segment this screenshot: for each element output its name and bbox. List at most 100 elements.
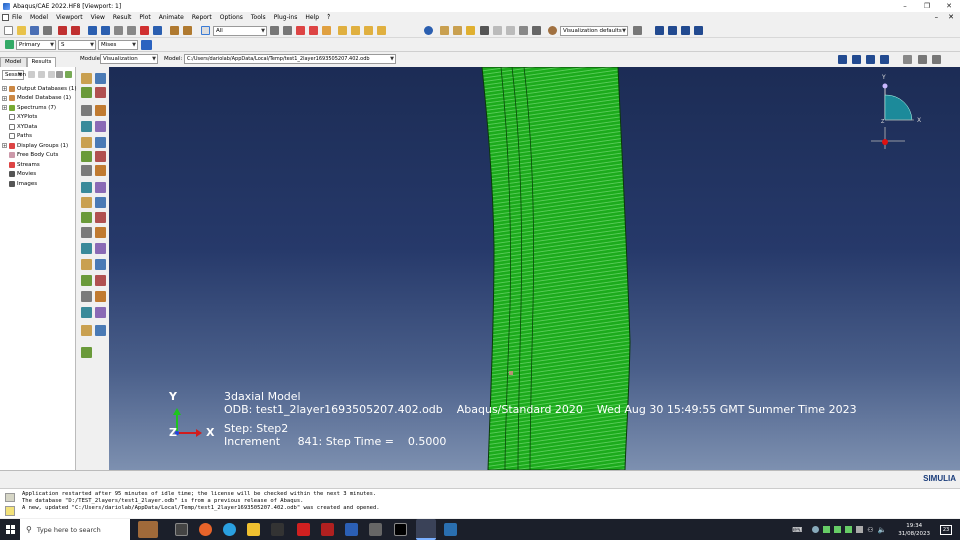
task-view-icon[interactable] — [175, 523, 188, 536]
tab-model[interactable]: Model — [0, 57, 27, 67]
movie-icon[interactable] — [932, 55, 941, 64]
tab-results[interactable]: Results — [26, 57, 57, 67]
cycle-icon[interactable] — [153, 26, 162, 35]
primary-combo[interactable]: Primary ▼ — [16, 40, 56, 50]
toolbox-tool-icon[interactable] — [95, 307, 106, 318]
toolbox-tool-icon[interactable] — [81, 197, 92, 208]
menu-help[interactable]: Help — [305, 14, 319, 21]
views-icon[interactable] — [633, 26, 642, 35]
print-icon[interactable] — [43, 26, 52, 35]
app-icon-4[interactable] — [444, 523, 457, 536]
close-button[interactable]: ✕ — [938, 0, 960, 12]
menu-viewport[interactable]: Viewport — [56, 14, 83, 21]
terminal-icon[interactable] — [394, 523, 407, 536]
auto-fit-icon[interactable] — [140, 26, 149, 35]
expand-icon[interactable]: + — [2, 86, 7, 91]
notification-icon[interactable]: 23 — [940, 524, 952, 535]
visualization-defaults-combo[interactable]: Visualization defaults ▼ — [560, 26, 628, 36]
render-style-1-icon[interactable] — [440, 26, 449, 35]
toolbox-tool-icon[interactable] — [81, 291, 92, 302]
news-widget-icon[interactable] — [138, 521, 158, 538]
toolbox-tool-icon[interactable] — [81, 105, 92, 116]
tree-tool-3-icon[interactable] — [48, 71, 55, 78]
toolbox-tool-icon[interactable] — [81, 307, 92, 318]
save-icon[interactable] — [30, 26, 39, 35]
undo-view-icon[interactable] — [493, 26, 502, 35]
toolbox-tool-icon[interactable] — [95, 259, 106, 270]
sync-icon[interactable] — [141, 40, 152, 50]
tool-icon-2[interactable] — [71, 26, 80, 35]
toolbox-tool-icon[interactable] — [81, 137, 92, 148]
select-arrow-icon[interactable] — [201, 26, 210, 35]
first-frame-icon[interactable] — [655, 26, 664, 35]
previous-frame-icon[interactable] — [668, 26, 677, 35]
message-area-icon[interactable] — [5, 493, 15, 502]
toolbox-tool-icon[interactable] — [95, 87, 106, 98]
anim-last-icon[interactable] — [880, 55, 889, 64]
model-combo[interactable]: C:/Users/dariolab/AppData/Local/Temp/tes… — [184, 54, 396, 64]
anim-play-icon[interactable] — [866, 55, 875, 64]
toolbox-tool-icon[interactable] — [81, 182, 92, 193]
tray-icon-2[interactable] — [823, 526, 831, 533]
last-frame-icon[interactable] — [694, 26, 703, 35]
toolbox-tool-icon[interactable] — [95, 227, 106, 238]
toolbox-tool-icon[interactable] — [81, 73, 92, 84]
select-tool-5-icon[interactable] — [322, 26, 331, 35]
info-icon[interactable] — [424, 26, 433, 35]
menu-tools[interactable]: Tools — [251, 14, 266, 21]
query-icon[interactable] — [480, 26, 489, 35]
next-frame-icon[interactable] — [681, 26, 690, 35]
volume-icon[interactable]: 🔈 — [878, 526, 887, 534]
menu-result[interactable]: Result — [113, 14, 132, 21]
viewport-menu-icon[interactable] — [2, 14, 9, 21]
toolbox-tool-icon[interactable] — [95, 182, 106, 193]
tree-item-images[interactable]: Images — [2, 179, 37, 188]
abaqus-taskbar-icon[interactable] — [416, 519, 436, 540]
viewport-canvas[interactable]: Y X Z Y Z X 3daxial Model ODB: test1_2la… — [109, 67, 960, 470]
tree-item-paths[interactable]: Paths — [2, 132, 32, 141]
toolbox-tool-icon[interactable] — [81, 325, 92, 336]
toolbox-tool-icon[interactable] — [81, 347, 92, 358]
select-tool-3-icon[interactable] — [296, 26, 305, 35]
filter-icon[interactable] — [65, 71, 72, 78]
toolbox-tool-icon[interactable] — [81, 227, 92, 238]
toolbox-tool-icon[interactable] — [95, 151, 106, 162]
expand-icon[interactable]: + — [2, 143, 7, 148]
select-tool-2-icon[interactable] — [283, 26, 292, 35]
toolbox-tool-icon[interactable] — [95, 275, 106, 286]
anim-first-icon[interactable] — [838, 55, 847, 64]
app-icon-1[interactable] — [271, 523, 284, 536]
toolbox-tool-icon[interactable] — [95, 243, 106, 254]
tree-item-output-databases[interactable]: + Output Databases (1) — [2, 84, 77, 93]
tree-item-model-database[interactable]: + Model Database (1) — [2, 94, 71, 103]
tree-item-xyplots[interactable]: XYPlots — [2, 113, 37, 122]
toolbox-tool-icon[interactable] — [95, 165, 106, 176]
word-icon[interactable] — [345, 523, 358, 536]
tree-item-movies[interactable]: Movies — [2, 170, 36, 179]
toolbox-tool-icon[interactable] — [95, 197, 106, 208]
toolbox-tool-icon[interactable] — [81, 275, 92, 286]
toolbox-tool-icon[interactable] — [95, 105, 106, 116]
render-style-2-icon[interactable] — [453, 26, 462, 35]
maximize-button[interactable]: ❐ — [916, 0, 938, 12]
toolbox-tool-icon[interactable] — [81, 121, 92, 132]
tree-item-xydata[interactable]: XYData — [2, 122, 37, 131]
invariant-combo[interactable]: Mises ▼ — [98, 40, 138, 50]
report-icon[interactable] — [183, 26, 192, 35]
toolbox-tool-icon[interactable] — [95, 212, 106, 223]
network-icon[interactable]: ⚇ — [867, 526, 873, 534]
toolbox-tool-icon[interactable] — [95, 137, 106, 148]
keyboard-icon[interactable]: ⌨ — [792, 526, 802, 534]
app-icon-2[interactable] — [321, 523, 334, 536]
anim-tool-1-icon[interactable] — [903, 55, 912, 64]
toolbox-tool-icon[interactable] — [81, 212, 92, 223]
field-output-icon[interactable] — [5, 40, 14, 49]
edge-icon[interactable] — [223, 523, 236, 536]
taskbar-search-box[interactable]: ⚲ Type here to search — [20, 519, 130, 540]
toolbox-tool-icon[interactable] — [81, 259, 92, 270]
toolbox-tool-icon[interactable] — [95, 291, 106, 302]
open-folder-icon[interactable] — [17, 26, 26, 35]
expand-icon[interactable]: + — [2, 95, 7, 101]
pan-icon[interactable] — [88, 26, 97, 35]
tray-icon-3[interactable] — [834, 526, 842, 533]
